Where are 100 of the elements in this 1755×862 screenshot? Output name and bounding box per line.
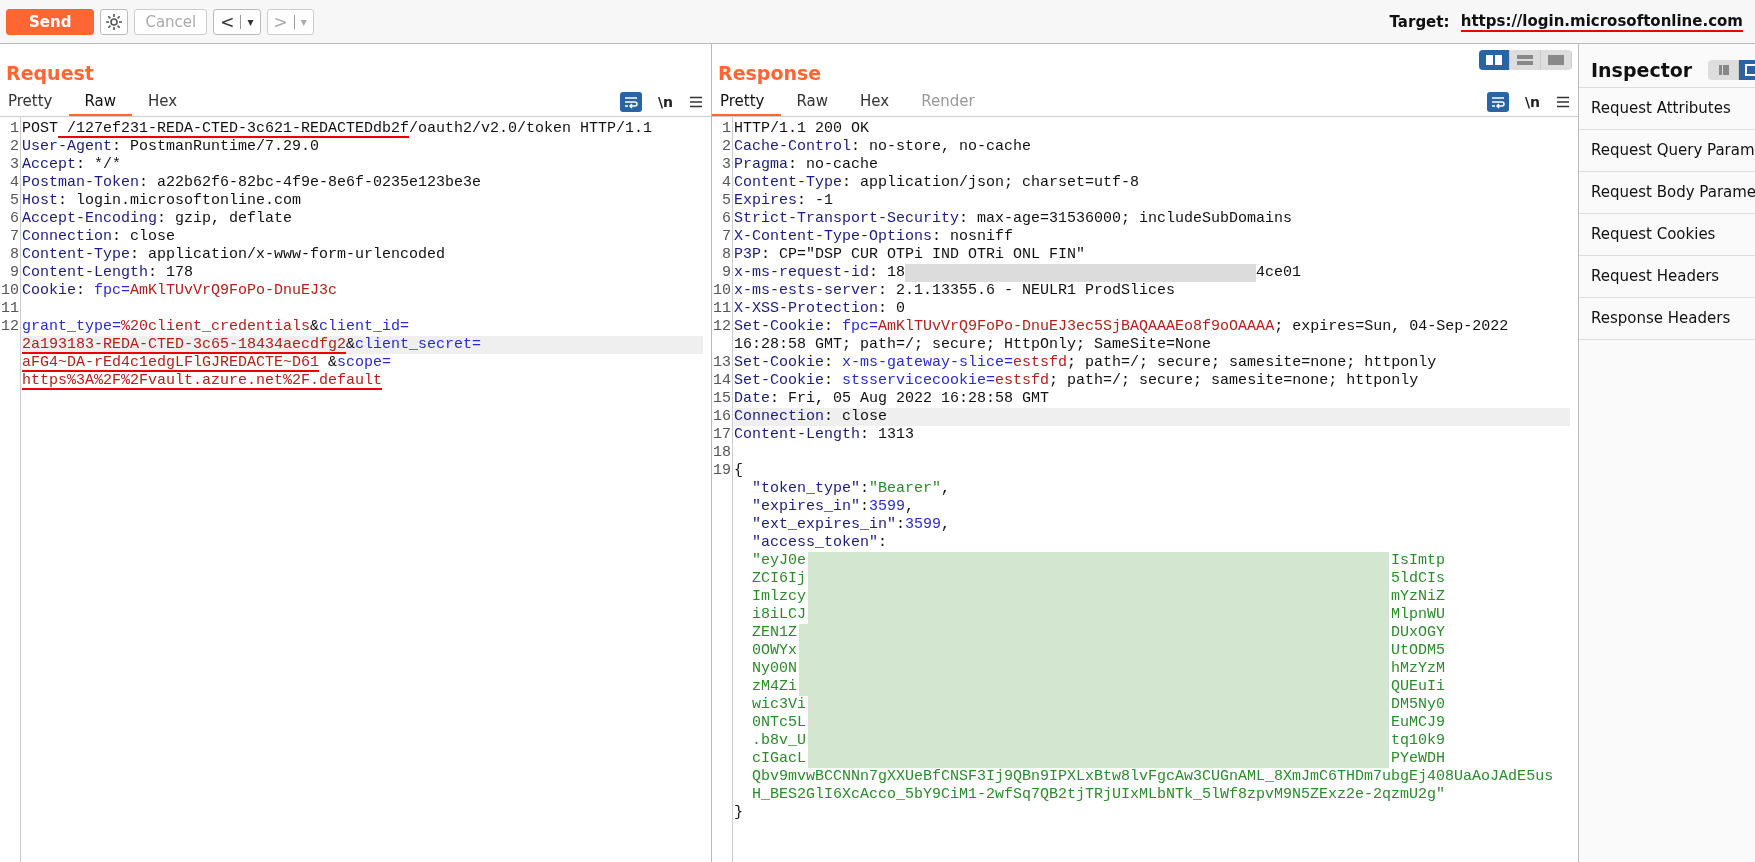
code-text: 5ldCIs <box>1391 570 1446 588</box>
code-text: fpc <box>842 318 870 336</box>
back-button[interactable]: < ▾ <box>213 8 261 35</box>
code-text: : <box>824 372 835 390</box>
code-text: : <box>878 534 888 552</box>
code-text: ZCI6Ij <box>752 570 806 588</box>
line-number: 11 <box>713 300 731 317</box>
code-text: { <box>734 462 743 480</box>
code-text: : Fri, 05 Aug 2022 16:28:58 GMT <box>770 390 1050 408</box>
code-text: : 2.1.13355.6 - NEULR1 ProdSlices <box>878 282 1176 300</box>
inspector-section[interactable]: Request Query Param <box>1579 130 1755 172</box>
line-number: 12 <box>713 318 731 335</box>
line-number: 9 <box>10 264 19 281</box>
code-text: 0NTc5L <box>752 714 806 732</box>
code-text: : -1 <box>797 192 834 210</box>
newline-toggle[interactable]: \n <box>1524 94 1540 110</box>
code-text: Set-Cookie <box>734 318 824 336</box>
code-text: estsfd <box>1013 354 1068 372</box>
code-text: AmKlTUvVrQ9FoPo-DnuEJ3c <box>130 282 338 300</box>
code-text: : application/json; charset=utf-8 <box>842 174 1140 192</box>
line-number: 7 <box>722 228 731 245</box>
code-text: Content-Type <box>734 174 843 192</box>
code-text: = <box>121 282 131 300</box>
code-text: : */* <box>76 156 122 174</box>
code-text: Postman-Token <box>22 174 140 192</box>
code-text: = <box>400 318 410 336</box>
menu-icon[interactable] <box>689 96 703 108</box>
code-text: scope <box>337 354 383 372</box>
line-number: 1 <box>722 120 731 137</box>
view-tab[interactable]: Hex <box>132 92 194 116</box>
code-text: PYeWDH <box>1391 750 1446 768</box>
code-text: mYzNiZ <box>1391 588 1446 606</box>
code-text: Accept <box>22 156 76 174</box>
layout-toggle[interactable] <box>1479 50 1510 70</box>
view-tab[interactable]: Pretty <box>0 92 69 116</box>
code-text: DM5Ny0 <box>1391 696 1446 714</box>
line-number: 11 <box>1 300 19 317</box>
code-text: : close <box>824 408 888 426</box>
word-wrap-icon[interactable] <box>619 92 642 112</box>
code-text: X-XSS-Protection <box>734 300 879 318</box>
line-number: 6 <box>10 210 19 227</box>
view-tab[interactable]: Hex <box>844 92 906 116</box>
code-text: ; path=/; secure; samesite=none; httponly <box>1049 372 1419 390</box>
target-url[interactable]: https://login.microsoftonline.com <box>1460 11 1743 32</box>
menu-icon[interactable] <box>1556 96 1570 108</box>
code-text: P3P <box>734 246 761 264</box>
code-text: 4ce01 <box>1256 264 1302 282</box>
code-text: = <box>472 336 482 354</box>
view-tab[interactable]: Pretty <box>712 92 781 116</box>
inspector-section[interactable]: Request Headers <box>1579 256 1755 298</box>
code-text: User-Agent <box>22 138 112 156</box>
inspector-section[interactable]: Request Attributes <box>1579 88 1755 130</box>
newline-toggle[interactable]: \n <box>657 94 673 110</box>
code-text: zM4Zi <box>752 678 797 696</box>
code-text: : login.microsoftonline.com <box>58 192 302 210</box>
code-text: DUxOGY <box>1391 624 1446 642</box>
view-tab[interactable]: Raw <box>68 92 133 116</box>
line-number: 4 <box>10 174 19 191</box>
code-text: & <box>310 318 320 336</box>
line-number: 14 <box>713 372 731 389</box>
code-text: Imlzcy <box>752 588 806 606</box>
code-text: HTTP/1.1 200 OK <box>734 120 870 138</box>
code-text: & <box>346 336 356 354</box>
code-text: : 178 <box>148 264 194 282</box>
code-text: Strict-Transport-Security <box>734 210 960 228</box>
code-text: "ext_expires_in" <box>752 516 897 534</box>
code-text: POST <box>22 120 58 138</box>
inspector-section[interactable]: Response Headers <box>1579 298 1755 340</box>
code-text: = <box>986 372 996 390</box>
code-text: client_secret <box>355 336 473 354</box>
code-text: grant_type <box>22 318 112 336</box>
settings-button[interactable] <box>100 8 129 35</box>
line-number: 5 <box>722 192 731 209</box>
line-number: 10 <box>713 282 731 299</box>
code-text: : no-store, no-cache <box>851 138 1032 156</box>
line-number: 19 <box>713 462 731 479</box>
code-text: Content-Length <box>734 426 861 444</box>
code-text: wic3Vi <box>752 696 806 714</box>
view-tab[interactable]: Raw <box>780 92 845 116</box>
inspector-section[interactable]: Request Body Parame <box>1579 172 1755 214</box>
code-text: x-ms-request-id <box>734 264 870 282</box>
settings-icon <box>104 11 125 32</box>
code-text: , <box>941 480 951 498</box>
code-text: = <box>382 354 392 372</box>
code-text: "eyJ0e <box>752 552 806 570</box>
line-number: 5 <box>10 192 19 209</box>
code-text: "access_token" <box>752 534 879 552</box>
word-wrap-icon[interactable] <box>1486 92 1509 112</box>
code-text: Connection <box>22 228 112 246</box>
code-text: H_BES2GlI6XcAcco_5bY9CiM1-2wfSq7QB2tjTRjUIxMLbNTk_5lWf8zpvM9N5ZExz2e-2qzmU2g" <box>752 786 1446 804</box>
code-text: x-ms-gateway-slice <box>842 354 1005 372</box>
code-text: /127ef231-REDA-CTED-3c621-REDACTEDdb2f <box>58 120 410 138</box>
single-layout-icon <box>1547 54 1565 66</box>
code-text: MlpnWU <box>1391 606 1446 624</box>
line-number: 3 <box>722 156 731 173</box>
code-text: hMzYzM <box>1391 660 1446 678</box>
line-number: 3 <box>10 156 19 173</box>
code-text: Content-Length <box>22 264 149 282</box>
code-text: : <box>860 498 870 516</box>
inspector-section[interactable]: Request Cookies <box>1579 214 1755 256</box>
